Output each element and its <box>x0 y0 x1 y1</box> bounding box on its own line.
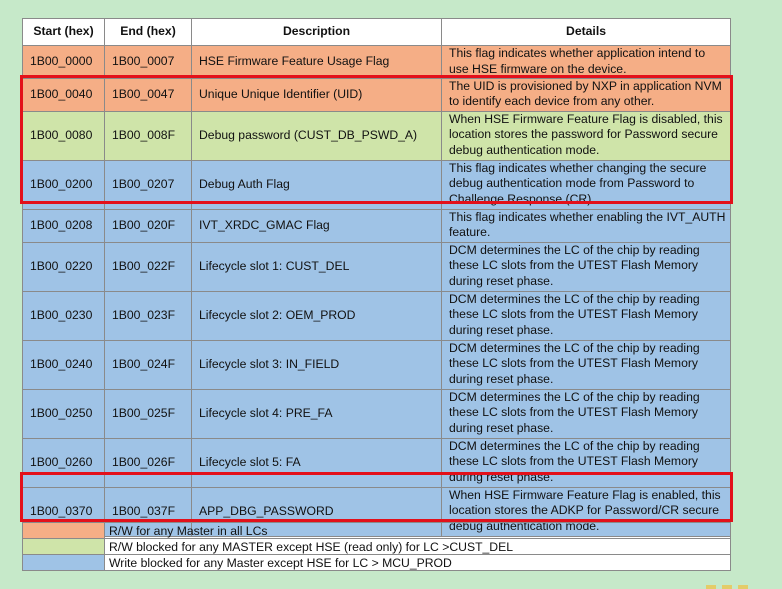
table-row: 1B00_0200 1B00_0207 Debug Auth Flag This fl… <box>22 159 731 210</box>
details-cell: This flag indicates whether application … <box>441 45 731 79</box>
end-cell: 1B00_008F <box>104 110 192 161</box>
end-cell: 1B00_0007 <box>104 45 192 79</box>
table-row: 1B00_0000 1B00_0007 HSE Firmware Feature U… <box>22 45 731 79</box>
description-cell: Lifecycle slot 4: PRE_FA <box>191 388 442 439</box>
start-cell: 1B00_0000 <box>22 45 105 79</box>
description-cell: HSE Firmware Feature Usage Flag <box>191 45 442 79</box>
description-cell: Unique Unique Identifier (UID) <box>191 77 442 112</box>
legend-swatch <box>22 538 105 555</box>
table-header-row: Start (hex) End (hex) Description Detail… <box>22 18 731 46</box>
memory-map-document: Start (hex) End (hex) Description Detail… <box>22 18 731 571</box>
end-cell: 1B00_020F <box>104 208 192 243</box>
end-cell: 1B00_024F <box>104 339 192 390</box>
table-row: 1B00_0208 1B00_020F IVT_XRDC_GMAC Flag This… <box>22 208 731 243</box>
details-cell: DCM determines the LC of the chip by rea… <box>441 241 731 292</box>
details-cell: When HSE Firmware Feature Flag is disabl… <box>441 110 731 161</box>
header-start: Start (hex) <box>22 18 105 46</box>
header-details: Details <box>441 18 731 46</box>
start-cell: 1B00_0080 <box>22 110 105 161</box>
description-cell: Debug password (CUST_DB_PSWD_A) <box>191 110 442 161</box>
legend-table: R/W for any Master in all LCs R/W blocked… <box>22 522 731 571</box>
legend-text: R/W for any Master in all LCs <box>104 522 731 539</box>
legend-text: Write blocked for any Master except HSE … <box>104 554 731 571</box>
table-row: 1B00_0230 1B00_023F Lifecycle slot 2: OEM_… <box>22 290 731 341</box>
description-cell: Debug Auth Flag <box>191 159 442 210</box>
start-cell: 1B00_0260 <box>22 437 105 488</box>
table-row: 1B00_0240 1B00_024F Lifecycle slot 3: IN_F… <box>22 339 731 390</box>
details-cell: This flag indicates whether enabling the… <box>441 208 731 243</box>
table-row: 1B00_0260 1B00_026F Lifecycle slot 5: FA DC… <box>22 437 731 488</box>
start-cell: 1B00_0250 <box>22 388 105 439</box>
end-cell: 1B00_025F <box>104 388 192 439</box>
table-row: 1B00_0220 1B00_022F Lifecycle slot 1: CUST… <box>22 241 731 292</box>
details-cell: DCM determines the LC of the chip by rea… <box>441 290 731 341</box>
details-cell: DCM determines the LC of the chip by rea… <box>441 388 731 439</box>
start-cell: 1B00_0220 <box>22 241 105 292</box>
description-cell: Lifecycle slot 3: IN_FIELD <box>191 339 442 390</box>
end-cell: 1B00_023F <box>104 290 192 341</box>
legend-row: Write blocked for any Master except HSE … <box>22 554 731 571</box>
decorative-dots <box>706 585 750 589</box>
table-row: 1B00_0040 1B00_0047 Unique Unique Identifi… <box>22 77 731 112</box>
description-cell: Lifecycle slot 5: FA <box>191 437 442 488</box>
start-cell: 1B00_0040 <box>22 77 105 112</box>
start-cell: 1B00_0230 <box>22 290 105 341</box>
details-cell: DCM determines the LC of the chip by rea… <box>441 437 731 488</box>
description-cell: Lifecycle slot 2: OEM_PROD <box>191 290 442 341</box>
header-description: Description <box>191 18 442 46</box>
end-cell: 1B00_022F <box>104 241 192 292</box>
end-cell: 1B00_0207 <box>104 159 192 210</box>
legend-text: R/W blocked for any MASTER except HSE (r… <box>104 538 731 555</box>
legend-swatch <box>22 554 105 571</box>
end-cell: 1B00_0047 <box>104 77 192 112</box>
legend-row: R/W blocked for any MASTER except HSE (r… <box>22 538 731 555</box>
legend-row: R/W for any Master in all LCs <box>22 522 731 539</box>
memory-map-table: Start (hex) End (hex) Description Detail… <box>22 18 731 537</box>
details-cell: DCM determines the LC of the chip by rea… <box>441 339 731 390</box>
end-cell: 1B00_026F <box>104 437 192 488</box>
description-cell: IVT_XRDC_GMAC Flag <box>191 208 442 243</box>
start-cell: 1B00_0240 <box>22 339 105 390</box>
table-row: 1B00_0250 1B00_025F Lifecycle slot 4: PRE_… <box>22 388 731 439</box>
header-end: End (hex) <box>104 18 192 46</box>
details-cell: The UID is provisioned by NXP in applica… <box>441 77 731 112</box>
start-cell: 1B00_0200 <box>22 159 105 210</box>
legend-swatch <box>22 522 105 539</box>
start-cell: 1B00_0208 <box>22 208 105 243</box>
details-cell: This flag indicates whether changing the… <box>441 159 731 210</box>
table-row: 1B00_0080 1B00_008F Debug password (CUST_D… <box>22 110 731 161</box>
description-cell: Lifecycle slot 1: CUST_DEL <box>191 241 442 292</box>
